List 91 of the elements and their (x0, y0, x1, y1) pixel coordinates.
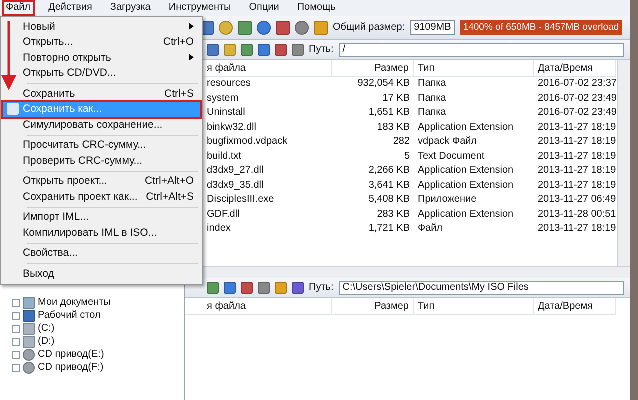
tree-item[interactable]: CD привод(F:) (38, 362, 104, 373)
date-cell-text: 2013-11-27 18:19 (537, 135, 616, 149)
column-header[interactable]: Дата/Время (534, 298, 616, 315)
menu-item[interactable]: Сохранить Ctrl+S (3, 86, 200, 102)
menu-item[interactable]: Сохранить проект как... Ctrl+Alt+S (3, 189, 200, 204)
type-cell-text: Application Extension (417, 178, 515, 192)
total-size-label: Общий размер: (333, 22, 406, 33)
size-cell-text: 3,641 KB (368, 178, 411, 192)
toolbar-icon[interactable] (314, 20, 328, 34)
pane-toolbar-icon[interactable] (207, 44, 219, 56)
date-cell-text: 2013-11-27 18:19 (537, 164, 616, 178)
path-field[interactable]: / (338, 42, 624, 56)
pane-toolbar-icon[interactable] (241, 282, 253, 294)
pane-toolbar-icon[interactable] (275, 44, 287, 56)
column-header[interactable]: я файла (185, 298, 332, 315)
path-field[interactable]: C:\Users\Spieler\Documents\My ISO Files (338, 280, 624, 294)
size-cell-text: 283 KB (376, 208, 411, 222)
date-cell-text: 2016-07-02 23:49 (537, 92, 616, 106)
path-label: Путь: (309, 282, 334, 293)
toolbar-icon[interactable] (295, 20, 309, 34)
size-cell-text: 1,721 KB (368, 222, 411, 236)
column-header[interactable]: Тип (414, 298, 534, 315)
menu-title[interactable]: Действия (46, 2, 94, 14)
tree-item[interactable]: (D:) (38, 336, 55, 347)
date-cell-text: 2016-07-02 23:37 (537, 77, 616, 91)
type-cell-text: Application Extension (417, 208, 515, 222)
toolbar-icon[interactable] (219, 20, 233, 34)
menu-title[interactable]: Опции (247, 2, 282, 14)
menu-item[interactable]: Свойства... (3, 246, 200, 261)
column-header[interactable]: Тип (414, 60, 534, 77)
menu-title[interactable]: Загрузка (108, 2, 153, 14)
size-cell-text: 282 (392, 135, 411, 149)
date-cell-text: 2016-07-02 23:49 (537, 106, 616, 120)
menu-title[interactable]: Помощь (295, 2, 338, 14)
pane-toolbar-icon[interactable] (275, 282, 287, 294)
tree-item[interactable]: (C:) (38, 323, 55, 334)
toolbar-icon[interactable] (238, 20, 252, 34)
size-cell-text: 17 KB (382, 92, 411, 106)
menu-title[interactable]: Файл (4, 2, 33, 14)
annotation-arrow (2, 21, 16, 90)
pane-toolbar-icon[interactable] (224, 44, 236, 56)
date-cell-text: 2013-11-28 00:51 (537, 208, 616, 222)
type-cell-text: Приложение (417, 193, 478, 207)
date-cell-text: 2013-11-27 06:49 (537, 193, 616, 207)
menu-item[interactable]: Просчитать CRC-сумму... (3, 138, 200, 153)
date-cell-text: 2013-11-27 18:19 (537, 120, 616, 134)
menu-item[interactable]: Симулировать сохранение... (3, 117, 200, 132)
date-cell-text: 2013-11-27 18:19 (537, 178, 616, 192)
toolbar-icon[interactable] (257, 20, 271, 34)
pane-toolbar-icon[interactable] (292, 44, 304, 56)
column-header[interactable]: Размер (332, 60, 414, 77)
size-cell-text: 932,054 KB (356, 77, 411, 91)
date-cell-text: 2013-11-27 18:19 (537, 222, 616, 236)
size-cell-text: 183 KB (376, 120, 411, 134)
pane-toolbar-icon[interactable] (258, 44, 270, 56)
tree-item[interactable]: Рабочий стол (38, 310, 101, 321)
type-cell-text: Файл (417, 222, 444, 236)
pane-toolbar-icon[interactable] (258, 282, 270, 294)
toolbar-icon[interactable] (276, 20, 290, 34)
column-header[interactable]: Дата/Время (534, 60, 616, 77)
pane-toolbar-icon[interactable] (207, 282, 219, 294)
type-cell-text: vdpack Файл (417, 135, 478, 149)
column-header[interactable]: Размер (332, 298, 414, 315)
vertical-scrollbar[interactable] (617, 60, 630, 266)
path-label: Путь: (309, 44, 334, 55)
menu-item[interactable]: Открыть проект... Ctrl+Alt+O (3, 174, 200, 189)
menu-item[interactable]: Новый (3, 19, 200, 34)
menu-item[interactable]: Открыть... Ctrl+O (3, 34, 200, 50)
type-cell-text: Папка (417, 77, 448, 91)
capacity-bar: 1400% of 650MB - 8457MB overload (460, 20, 622, 35)
pane-toolbar-icon[interactable] (241, 44, 253, 56)
size-cell-text: 1,651 KB (368, 106, 411, 120)
date-cell-text: 2013-11-27 18:19 (537, 150, 616, 164)
tree-item[interactable]: CD привод(E:) (38, 349, 104, 360)
menu-item[interactable]: Проверить CRC-сумму... (3, 153, 200, 168)
menu-item[interactable]: Импорт IML... (3, 210, 200, 225)
total-size-value: 9109MB (410, 20, 456, 35)
menu-item[interactable]: Выход (3, 266, 200, 282)
tree-item[interactable]: Мои документы (38, 297, 111, 308)
menu-item[interactable]: Компилировать IML в ISO... (3, 225, 200, 240)
type-cell-text: Папка (417, 106, 448, 120)
menu-title[interactable]: Инструменты (166, 2, 234, 14)
pane-toolbar-icon[interactable] (224, 282, 236, 294)
size-cell-text: 5 (403, 150, 411, 164)
pane-toolbar-icon[interactable] (292, 282, 304, 294)
size-cell-text: 2,266 KB (368, 164, 411, 178)
type-cell-text: Application Extension (417, 120, 515, 134)
size-cell-text: 5,408 KB (368, 193, 411, 207)
type-cell-text: Text Document (417, 150, 486, 164)
type-cell-text: Папка (417, 92, 448, 106)
type-cell-text: Application Extension (417, 164, 515, 178)
